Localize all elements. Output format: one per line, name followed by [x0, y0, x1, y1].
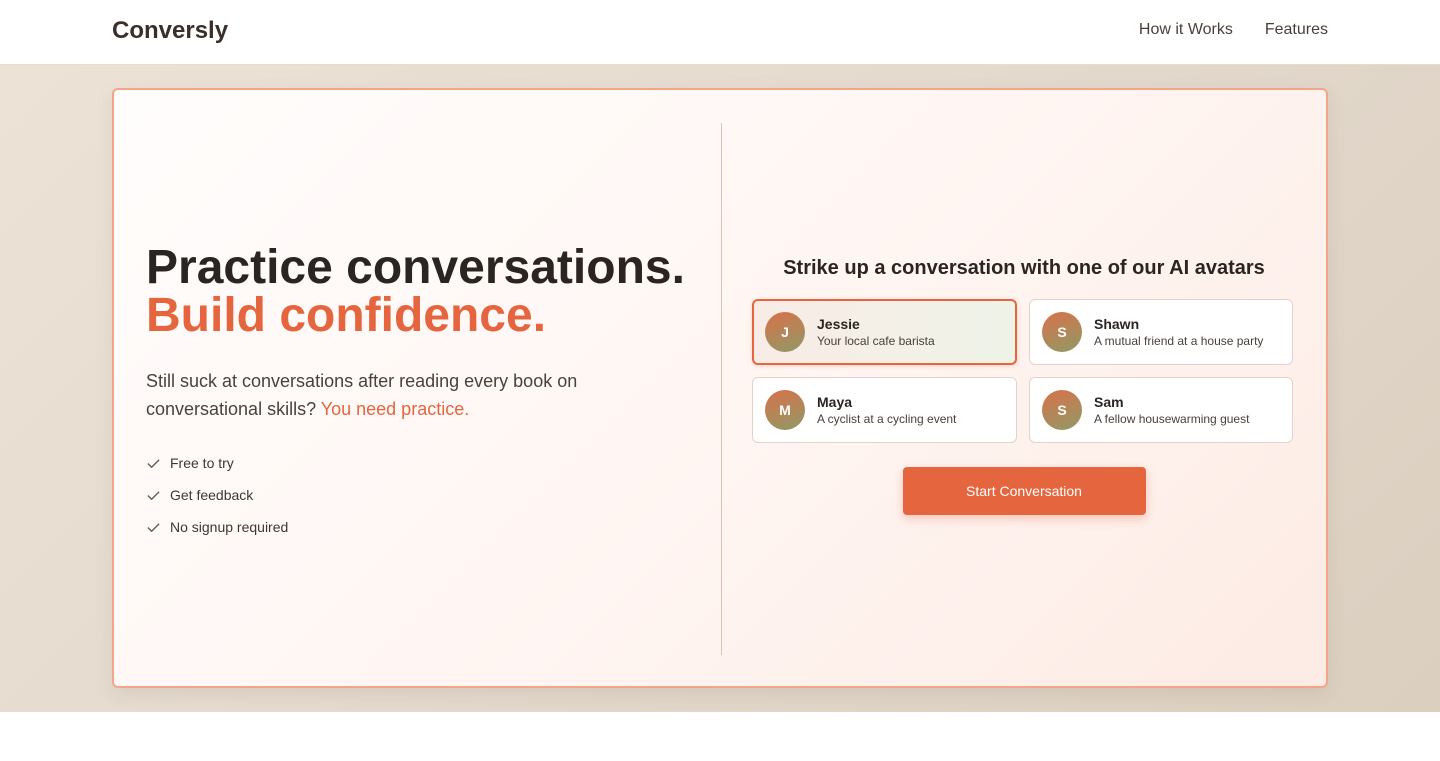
avatar: M — [765, 390, 805, 430]
feature-list: Free to try Get feedback No signup requi… — [146, 447, 706, 543]
hero-headline: Practice conversations. Build confidence… — [146, 244, 706, 340]
top-navbar: Conversly How it Works Features — [0, 0, 1440, 65]
hero-intro: Practice conversations. Build confidence… — [146, 244, 706, 543]
avatar-picker: Strike up a conversation with one of our… — [752, 256, 1296, 515]
avatar-description: Your local cafe barista — [817, 333, 935, 348]
picker-title: Strike up a conversation with one of our… — [783, 257, 1265, 279]
hero-card: Practice conversations. Build confidence… — [112, 88, 1328, 688]
avatar-card-maya[interactable]: M Maya A cyclist at a cycling event — [752, 377, 1017, 443]
avatar-info: Sam A fellow housewarming guest — [1094, 394, 1249, 427]
feature-label: No signup required — [170, 519, 289, 535]
avatar: S — [1042, 312, 1082, 352]
column-divider — [721, 123, 722, 655]
avatar-description: A cyclist at a cycling event — [817, 411, 957, 426]
avatar-info: Jessie Your local cafe barista — [817, 316, 935, 349]
headline-line-2: Build confidence. — [146, 289, 547, 342]
main-nav: How it Works Features — [1139, 21, 1328, 39]
avatar: J — [765, 312, 805, 352]
check-icon — [147, 522, 160, 532]
avatar-card-jessie[interactable]: J Jessie Your local cafe barista — [752, 299, 1017, 365]
avatar-description: A mutual friend at a house party — [1094, 333, 1264, 348]
avatar: S — [1042, 390, 1082, 430]
avatar-info: Maya A cyclist at a cycling event — [817, 394, 956, 427]
avatar-card-shawn[interactable]: S Shawn A mutual friend at a house party — [1029, 299, 1293, 365]
avatar-info: Shawn A mutual friend at a house party — [1094, 316, 1263, 349]
check-icon — [147, 490, 160, 500]
hero-subtitle: Still suck at conversations after readin… — [146, 367, 626, 423]
avatar-name: Jessie — [817, 315, 860, 332]
brand-logo[interactable]: Conversly — [112, 17, 228, 45]
avatar-name: Sam — [1094, 393, 1124, 410]
feature-label: Get feedback — [170, 487, 254, 503]
feature-item: Get feedback — [146, 479, 706, 511]
subtitle-accent: You need practice. — [320, 399, 470, 419]
avatar-grid: J Jessie Your local cafe barista S Shawn… — [752, 299, 1296, 443]
feature-label: Free to try — [170, 455, 234, 471]
avatar-name: Shawn — [1094, 315, 1140, 332]
headline-line-1: Practice conversations. — [146, 241, 685, 294]
start-conversation-button[interactable]: Start Conversation — [902, 467, 1146, 515]
avatar-card-sam[interactable]: S Sam A fellow housewarming guest — [1029, 377, 1293, 443]
nav-link-how-it-works[interactable]: How it Works — [1139, 21, 1233, 39]
avatar-name: Maya — [817, 393, 853, 410]
feature-item: Free to try — [146, 447, 706, 479]
avatar-description: A fellow housewarming guest — [1094, 411, 1250, 426]
check-icon — [147, 458, 160, 468]
nav-link-features[interactable]: Features — [1265, 21, 1328, 39]
feature-item: No signup required — [146, 511, 706, 543]
